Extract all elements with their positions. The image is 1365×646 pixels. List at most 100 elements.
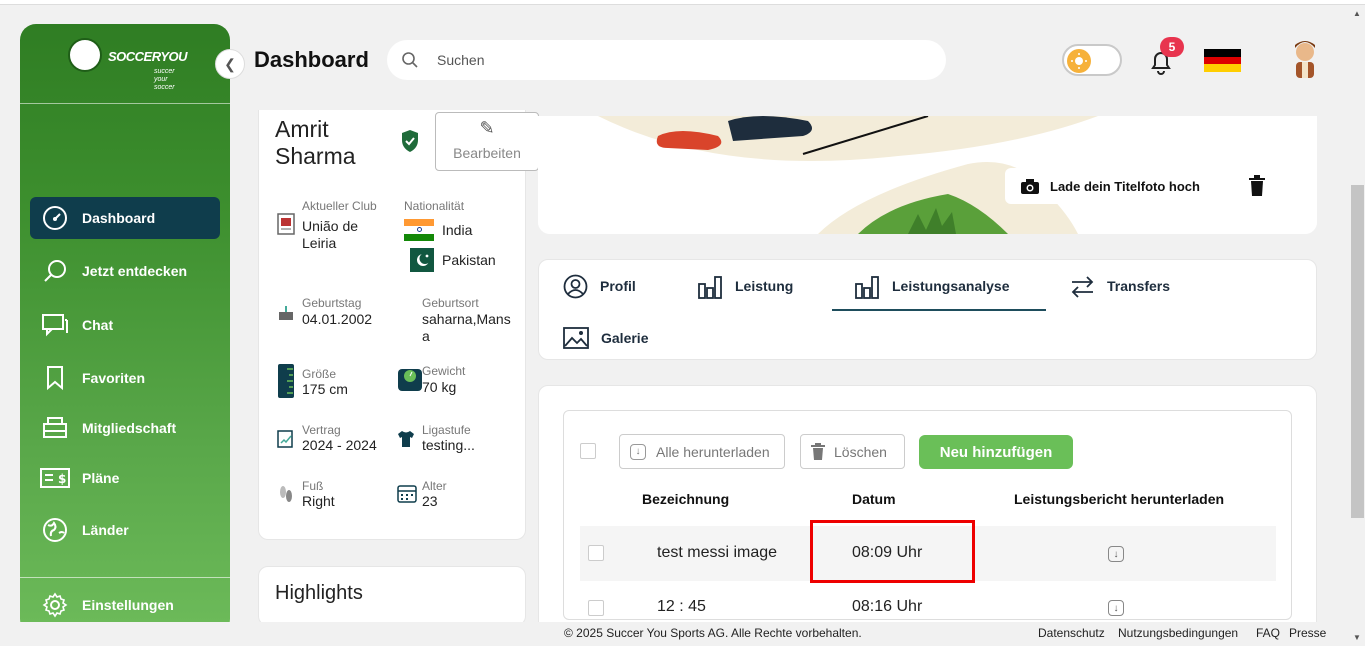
search-icon <box>40 258 70 284</box>
sidebar-item-settings[interactable]: Einstellungen <box>30 584 220 626</box>
footer-link-terms[interactable]: Nutzungsbedingungen <box>1118 626 1238 640</box>
nationality-label: Nationalität <box>404 199 465 213</box>
bar-chart-icon <box>855 274 880 299</box>
age-label: Alter <box>422 479 447 493</box>
download-report-icon[interactable]: ↓ <box>1108 546 1124 562</box>
trash-icon <box>811 443 825 460</box>
search-bar[interactable] <box>387 40 946 80</box>
calendar-icon <box>397 485 417 503</box>
edit-profile-button[interactable]: ✎ Bearbeiten <box>435 112 539 171</box>
window-top-edge <box>0 0 1365 5</box>
german-flag-icon[interactable] <box>1204 49 1241 72</box>
row-checkbox[interactable] <box>588 600 604 616</box>
membership-icon <box>40 415 70 441</box>
tab-galerie[interactable]: Galerie <box>563 325 648 351</box>
sidebar-item-label: Chat <box>82 317 114 333</box>
select-all-checkbox[interactable] <box>580 443 596 459</box>
contract-label: Vertrag <box>302 423 341 437</box>
upload-cover-button[interactable]: Lade dein Titelfoto hoch <box>1005 168 1232 204</box>
add-new-button[interactable]: Neu hinzufügen <box>919 435 1073 469</box>
birthday-value: 04.01.2002 <box>302 311 373 327</box>
search-input[interactable] <box>437 52 917 68</box>
sidebar-item-favorites[interactable]: Favoriten <box>30 357 220 399</box>
scroll-up-arrow-icon[interactable]: ▲ <box>1353 9 1361 18</box>
scrollbar-thumb[interactable] <box>1351 185 1364 518</box>
name-line-1: Amrit <box>275 116 329 142</box>
globe-icon <box>40 517 70 543</box>
highlights-title: Highlights <box>275 582 363 604</box>
logo-tagline: succer your soccer <box>154 68 175 91</box>
tab-transfers[interactable]: Transfers <box>1070 273 1170 299</box>
sidebar-item-membership[interactable]: Mitgliedschaft <box>30 407 220 449</box>
birthday-label: Geburtstag <box>302 296 362 310</box>
sidebar-item-countries[interactable]: Länder <box>30 509 220 551</box>
soccer-ball-icon <box>68 38 102 72</box>
svg-text:$: $ <box>58 472 66 486</box>
edit-label: Bearbeiten <box>453 145 521 161</box>
nationality-1: India <box>442 222 473 238</box>
delete-button[interactable]: Löschen <box>800 434 905 469</box>
contract-value: 2024 - 2024 <box>302 437 377 453</box>
sun-icon <box>1067 49 1091 73</box>
camera-icon <box>1021 178 1039 194</box>
chat-icon <box>40 312 70 338</box>
birthplace-label: Geburtsort <box>422 296 479 310</box>
height-value: 175 cm <box>302 381 348 397</box>
foot-label: Fuß <box>302 479 324 493</box>
cake-icon <box>279 306 293 320</box>
column-header-download: Leistungsbericht herunterladen <box>1014 491 1225 507</box>
verified-shield-icon <box>402 130 418 152</box>
tab-profil[interactable]: Profil <box>563 273 636 299</box>
highlight-box <box>810 520 975 583</box>
active-tab-indicator <box>832 309 1046 311</box>
bookmark-icon <box>40 365 70 391</box>
row-checkbox[interactable] <box>588 545 604 561</box>
download-report-icon[interactable]: ↓ <box>1108 600 1124 616</box>
avatar[interactable] <box>1288 38 1322 80</box>
footer-link-press[interactable]: Presse <box>1289 626 1326 640</box>
plans-icon: $ <box>40 465 70 491</box>
page-scrollbar[interactable]: ▲ ▼ <box>1350 5 1365 646</box>
image-icon <box>563 327 589 349</box>
foot-value: Right <box>302 493 335 509</box>
sidebar-item-plans[interactable]: $ Pläne <box>30 457 220 499</box>
notification-badge: 5 <box>1160 37 1184 57</box>
pencil-icon: ✎ <box>479 118 495 138</box>
sidebar: SOCCERYOU succer your soccer Dashboard J… <box>20 24 230 635</box>
league-label: Ligastufe <box>422 423 471 437</box>
player-name: Amrit Sharma <box>275 116 356 170</box>
row-date: 08:16 Uhr <box>852 598 923 615</box>
tab-label: Transfers <box>1107 278 1171 294</box>
sidebar-item-explore[interactable]: Jetzt entdecken <box>30 250 220 292</box>
delete-label: Löschen <box>834 443 887 460</box>
footer-link-privacy[interactable]: Datenschutz <box>1038 626 1105 640</box>
chevron-left-icon: ❮ <box>224 55 236 72</box>
download-all-label: Alle herunterladen <box>656 443 770 460</box>
logo[interactable]: SOCCERYOU succer your soccer <box>20 24 230 104</box>
sidebar-item-label: Mitgliedschaft <box>82 420 177 436</box>
sidebar-item-dashboard[interactable]: Dashboard <box>30 197 220 239</box>
height-label: Größe <box>302 367 337 381</box>
name-line-2: Sharma <box>275 143 356 169</box>
tab-leistungsanalyse[interactable]: Leistungsanalyse <box>855 273 1010 299</box>
copyright: © 2025 Succer You Sports AG. Alle Rechte… <box>564 626 862 640</box>
sidebar-item-chat[interactable]: Chat <box>30 304 220 346</box>
nationality-2: Pakistan <box>442 252 496 268</box>
collapse-sidebar-button[interactable]: ❮ <box>215 49 245 79</box>
tab-leistung[interactable]: Leistung <box>698 273 793 299</box>
tab-label: Profil <box>600 278 636 294</box>
scroll-down-arrow-icon[interactable]: ▼ <box>1353 633 1361 642</box>
pakistan-flag-icon <box>410 248 434 272</box>
row-name: 12 : 45 <box>657 598 706 615</box>
transfer-arrows-icon <box>1070 274 1095 299</box>
sidebar-divider <box>20 577 230 578</box>
footer-link-faq[interactable]: FAQ <box>1256 626 1280 640</box>
user-circle-icon <box>563 274 588 299</box>
birthplace-value: saharna,Mansa <box>422 311 511 344</box>
theme-toggle[interactable] <box>1062 44 1122 76</box>
download-all-button[interactable]: ↓ Alle herunterladen <box>619 434 785 469</box>
trash-icon[interactable] <box>1248 175 1266 197</box>
bar-chart-icon <box>698 274 723 299</box>
ruler-icon <box>278 364 294 398</box>
india-flag-icon <box>404 219 434 241</box>
